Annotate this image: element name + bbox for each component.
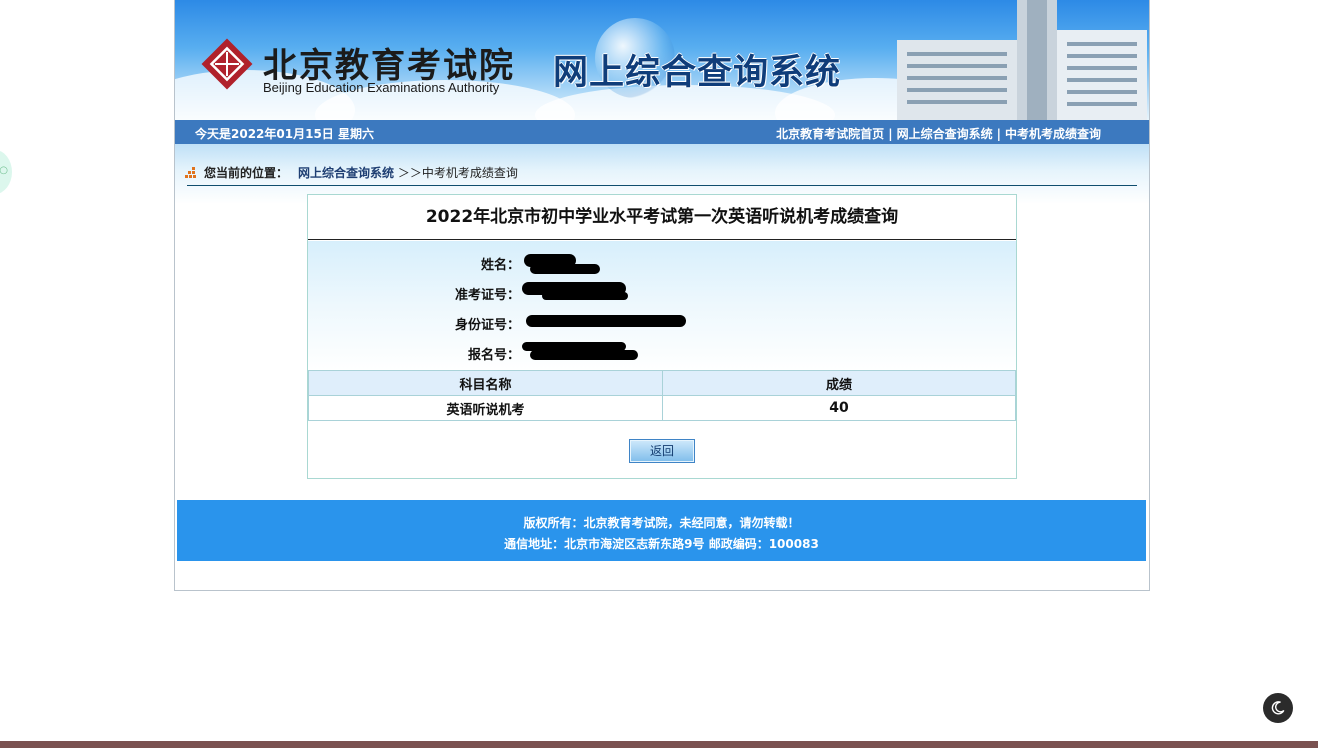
page-frame: 北京教育考试院 Beijing Education Examinations A…: [174, 0, 1150, 591]
nav-link-query-system[interactable]: 网上综合查询系统: [897, 127, 993, 141]
column-header-score: 成绩: [662, 370, 1016, 396]
nav-link-score-query[interactable]: 中考机考成绩查询: [1005, 127, 1101, 141]
redacted-value: [530, 350, 638, 360]
bottom-strip: [0, 741, 1318, 748]
info-row-exam-number: 准考证号：: [308, 280, 1016, 304]
redacted-value: [526, 315, 686, 327]
breadcrumb-divider: [187, 185, 1137, 186]
building-graphic: [897, 0, 1147, 120]
moon-icon: [1271, 701, 1285, 715]
nav-link-home[interactable]: 北京教育考试院首页: [776, 127, 884, 141]
info-row-registration-number: 报名号：: [308, 340, 1016, 364]
nav-separator: |: [888, 127, 893, 141]
footer-address: 通信地址：北京市海淀区志新东路9号 邮政编码：100083: [504, 537, 819, 551]
nav-separator: |: [996, 127, 1001, 141]
field-label-id-number: 身份证号：: [454, 318, 520, 333]
side-floating-widget[interactable]: ○: [0, 150, 12, 194]
table-row: 英语听说机考 40: [308, 395, 1016, 421]
date-text: 今天是2022年01月15日 星期六: [195, 127, 374, 141]
redacted-value: [542, 292, 628, 300]
subject-cell: 英语听说机考: [308, 395, 663, 421]
info-row-name: 姓名：: [308, 250, 1016, 274]
breadcrumb-current: 中考机考成绩查询: [421, 166, 518, 180]
result-title: 2022年北京市初中学业水平考试第一次英语听说机考成绩查询: [308, 195, 1016, 240]
footer-copyright: 版权所有：北京教育考试院，未经同意，请勿转载！: [523, 516, 800, 530]
nav-links: 北京教育考试院首页 | 网上综合查询系统 | 中考机考成绩查询: [776, 125, 1101, 142]
back-button[interactable]: 返回: [629, 439, 695, 463]
breadcrumb: 您当前的位置： 网上综合查询系统 ＞＞中考机考成绩查询: [185, 164, 518, 181]
field-label-registration-number: 报名号：: [467, 348, 520, 363]
top-navbar: 今天是2022年01月15日 星期六 北京教育考试院首页 | 网上综合查询系统 | 中考…: [175, 120, 1149, 144]
breadcrumb-label: 您当前的位置：: [204, 166, 289, 180]
dark-mode-toggle[interactable]: [1263, 693, 1293, 723]
candidate-info: 姓名： 准考证号： 身份证号： 报名号：: [308, 241, 1016, 371]
header-banner: 北京教育考试院 Beijing Education Examinations A…: [175, 0, 1149, 120]
score-table: 科目名称 成绩 英语听说机考 40: [308, 370, 1016, 421]
score-result-panel: 2022年北京市初中学业水平考试第一次英语听说机考成绩查询 姓名： 准考证号： …: [307, 194, 1017, 479]
field-label-exam-number: 准考证号：: [454, 288, 520, 303]
redacted-value: [530, 264, 600, 274]
field-label-name: 姓名：: [480, 258, 520, 273]
footer: 版权所有：北京教育考试院，未经同意，请勿转载！ 通信地址：北京市海淀区志新东路9…: [177, 500, 1146, 561]
breadcrumb-link[interactable]: 网上综合查询系统: [298, 166, 394, 180]
logo-english-text: Beijing Education Examinations Authority: [263, 80, 500, 95]
column-header-subject: 科目名称: [308, 370, 663, 396]
breadcrumb-arrow: ＞＞: [397, 166, 422, 180]
score-cell: 40: [662, 395, 1016, 421]
grid-dots-icon: [185, 167, 196, 178]
info-row-id-number: 身份证号：: [308, 310, 1016, 334]
table-header-row: 科目名称 成绩: [308, 370, 1016, 396]
system-title: 网上综合查询系统: [553, 53, 842, 93]
bjeea-logo-icon[interactable]: [201, 38, 253, 90]
